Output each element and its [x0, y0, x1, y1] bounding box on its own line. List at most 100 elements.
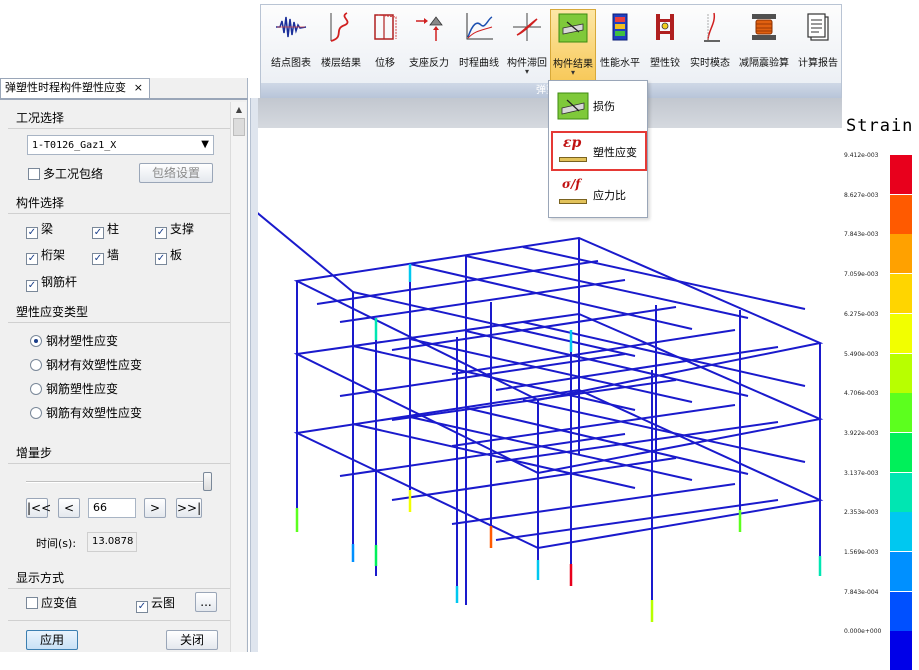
- member-truss-label: 桁架: [41, 248, 66, 262]
- displacement-button[interactable]: 位移: [367, 9, 403, 81]
- member-beam-checkbox[interactable]: ✓ 梁: [26, 220, 53, 239]
- legend-label: 7.843e-003: [844, 231, 879, 239]
- radio-selected-icon: [30, 335, 42, 347]
- member-truss-checkbox[interactable]: ✓ 桁架: [26, 246, 65, 265]
- legend-label: 9.412e-003: [844, 152, 879, 159]
- apply-button[interactable]: 应用: [26, 630, 78, 650]
- case-section-title: 工况选择: [16, 111, 65, 125]
- plastic-strain-menu-label: 塑性应变: [593, 146, 637, 159]
- envelope-settings-button[interactable]: 包络设置: [139, 163, 213, 183]
- panel-tab[interactable]: 弹塑性时程构件塑性应变 ×: [0, 78, 150, 98]
- legend-swatch: [890, 274, 912, 314]
- member-slab-checkbox[interactable]: ✓ 板: [155, 246, 182, 265]
- panel-splitter[interactable]: [250, 98, 258, 652]
- case-select[interactable]: 1-T0126_Gaz1_X ▼: [27, 135, 214, 155]
- contour-check-mark-icon: ✓: [136, 601, 148, 613]
- legend-swatch: [890, 353, 912, 393]
- radio-rebar-plastic-strain[interactable]: 钢筋塑性应变: [30, 380, 118, 397]
- legend-swatch: [890, 631, 912, 670]
- waveform-icon: [276, 16, 307, 38]
- support-reaction-button[interactable]: 支座反力: [405, 9, 453, 81]
- multi-case-check-box: [28, 168, 40, 180]
- chevron-down-icon: ▼: [201, 139, 209, 150]
- node-chart-label: 结点图表: [271, 58, 311, 69]
- last-step-button[interactable]: >>|: [176, 498, 202, 518]
- section-divider: [8, 588, 230, 589]
- performance-level-icon: [612, 13, 628, 41]
- legend-swatch: [890, 313, 912, 353]
- scroll-up-icon[interactable]: ▲: [231, 102, 247, 118]
- radio-steel-effective-plastic-strain[interactable]: 钢材有效塑性应变: [30, 356, 142, 373]
- story-result-label: 楼层结果: [321, 58, 361, 69]
- radio-icon: [30, 359, 42, 371]
- strain-value-checkbox[interactable]: 应变值: [26, 594, 77, 611]
- member-hysteresis-button[interactable]: 构件滞回 ▾: [505, 9, 549, 81]
- stress-ratio-symbol: σ/f: [562, 177, 581, 191]
- time-history-button[interactable]: 时程曲线: [455, 9, 503, 81]
- member-column-label: 柱: [107, 222, 120, 236]
- time-history-curve-icon: [466, 13, 493, 40]
- close-button[interactable]: 关闭: [166, 630, 218, 650]
- realtime-mode-label: 实时模态: [690, 58, 730, 69]
- member-column-checkbox[interactable]: ✓ 柱: [92, 220, 119, 239]
- realtime-mode-icon: [704, 12, 720, 42]
- calc-report-button[interactable]: 计算报告: [795, 9, 841, 81]
- story-result-button[interactable]: 楼层结果: [317, 9, 365, 81]
- step-section-title: 增量步: [16, 446, 53, 460]
- radio-steel-plastic-strain[interactable]: 钢材塑性应变: [30, 332, 118, 349]
- next-step-button[interactable]: >: [144, 498, 166, 518]
- stress-ratio-menu-item[interactable]: σ/f 应力比: [551, 175, 647, 215]
- contour-label: 云图: [151, 596, 176, 610]
- report-icon: [807, 13, 829, 41]
- step-slider[interactable]: [26, 472, 212, 492]
- scroll-thumb[interactable]: [233, 118, 245, 136]
- contour-checkbox[interactable]: ✓ 云图: [136, 594, 175, 613]
- legend-swatch: [890, 552, 912, 591]
- stress-ratio-menu-label: 应力比: [593, 189, 626, 202]
- member-slab-label: 板: [170, 248, 183, 262]
- tab-underline: [0, 98, 248, 100]
- multi-case-envelope-checkbox[interactable]: 多工况包络: [28, 165, 103, 182]
- isolation-check-button[interactable]: 减隔震验算: [735, 9, 793, 81]
- performance-level-label: 性能水平: [600, 58, 640, 69]
- plastic-strain-icon: εp: [557, 135, 589, 167]
- panel-scrollbar[interactable]: ▲: [230, 102, 246, 652]
- panel-tab-title: 弹塑性时程构件塑性应变: [5, 81, 126, 94]
- plastic-hinge-button[interactable]: 塑性铰: [645, 9, 685, 81]
- plastic-strain-symbol: εp: [563, 135, 582, 151]
- support-reaction-icon: [416, 16, 443, 41]
- realtime-mode-button[interactable]: 实时模态: [687, 9, 733, 81]
- member-result-button[interactable]: 构件结果 ▾: [550, 9, 596, 81]
- plastic-hinge-label: 塑性铰: [650, 58, 680, 69]
- more-options-button[interactable]: ...: [195, 592, 217, 612]
- legend-label: 3.922e-003: [844, 429, 879, 437]
- member-hysteresis-dropdown-arrow: ▾: [524, 67, 529, 76]
- damage-menu-label: 损伤: [593, 100, 615, 113]
- step-slider-track: [26, 481, 204, 483]
- legend-label: 7.843e-004: [844, 588, 879, 596]
- rebar-check-mark-icon: ✓: [26, 280, 38, 292]
- slab-check-mark-icon: ✓: [155, 253, 167, 265]
- case-select-value: 1-T0126_Gaz1_X: [32, 140, 117, 151]
- strain-legend: Strain 9.412e-003 8.627e-003 7.843e-003 7.0…: [842, 104, 919, 670]
- time-label: 时间(s):: [36, 537, 77, 550]
- damage-menu-item[interactable]: 损伤: [551, 86, 647, 126]
- legend-swatch: [890, 234, 912, 274]
- performance-level-button[interactable]: 性能水平: [597, 9, 643, 81]
- member-wall-checkbox[interactable]: ✓ 墙: [92, 246, 119, 265]
- legend-label: 2.353e-003: [844, 509, 879, 517]
- radio-rebar-effective-plastic-strain[interactable]: 钢筋有效塑性应变: [30, 404, 142, 421]
- step-input[interactable]: 66: [88, 498, 136, 518]
- tab-close-icon[interactable]: ×: [134, 79, 143, 97]
- step-slider-thumb[interactable]: [203, 472, 212, 491]
- prev-step-button[interactable]: <: [58, 498, 80, 518]
- first-step-button[interactable]: |<<: [26, 498, 51, 518]
- damage-icon: [557, 92, 589, 120]
- member-brace-checkbox[interactable]: ✓ 支撑: [155, 220, 194, 239]
- legend-label: 5.490e-003: [844, 350, 879, 358]
- node-chart-button[interactable]: 结点图表: [267, 9, 315, 81]
- plastic-strain-menu-item[interactable]: εp 塑性应变: [551, 131, 647, 171]
- legend-title: Strain: [846, 116, 914, 136]
- member-rebar-bar-checkbox[interactable]: ✓ 钢筋杆: [26, 273, 77, 292]
- strain-value-label: 应变值: [41, 596, 78, 610]
